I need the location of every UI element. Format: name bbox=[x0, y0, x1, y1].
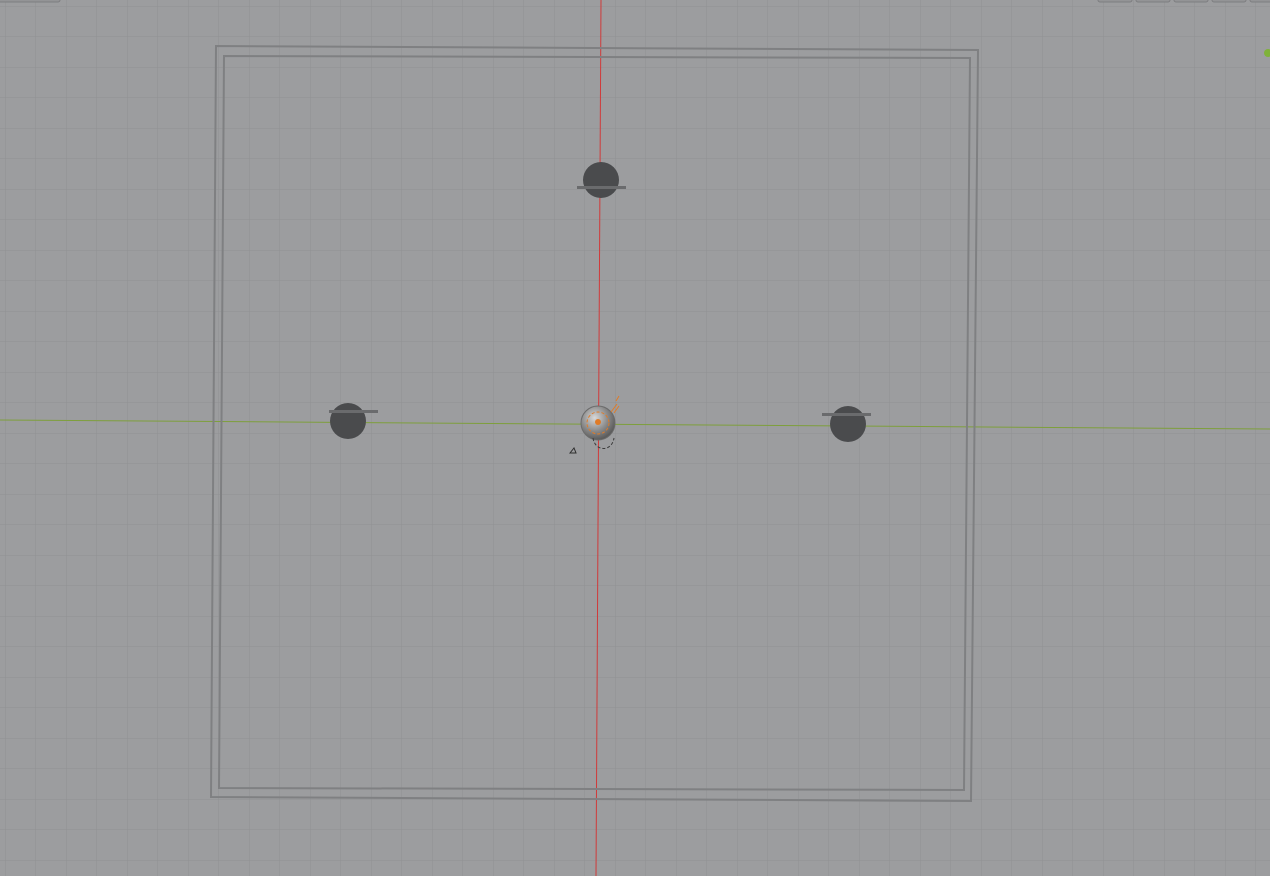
top-left-partial-widget[interactable] bbox=[0, 0, 61, 3]
3d-viewport[interactable] bbox=[0, 0, 1270, 876]
viewport-canvas[interactable] bbox=[0, 0, 1270, 876]
navigation-gizmo-partial[interactable] bbox=[1097, 0, 1270, 3]
viewport-grid bbox=[0, 0, 1270, 876]
